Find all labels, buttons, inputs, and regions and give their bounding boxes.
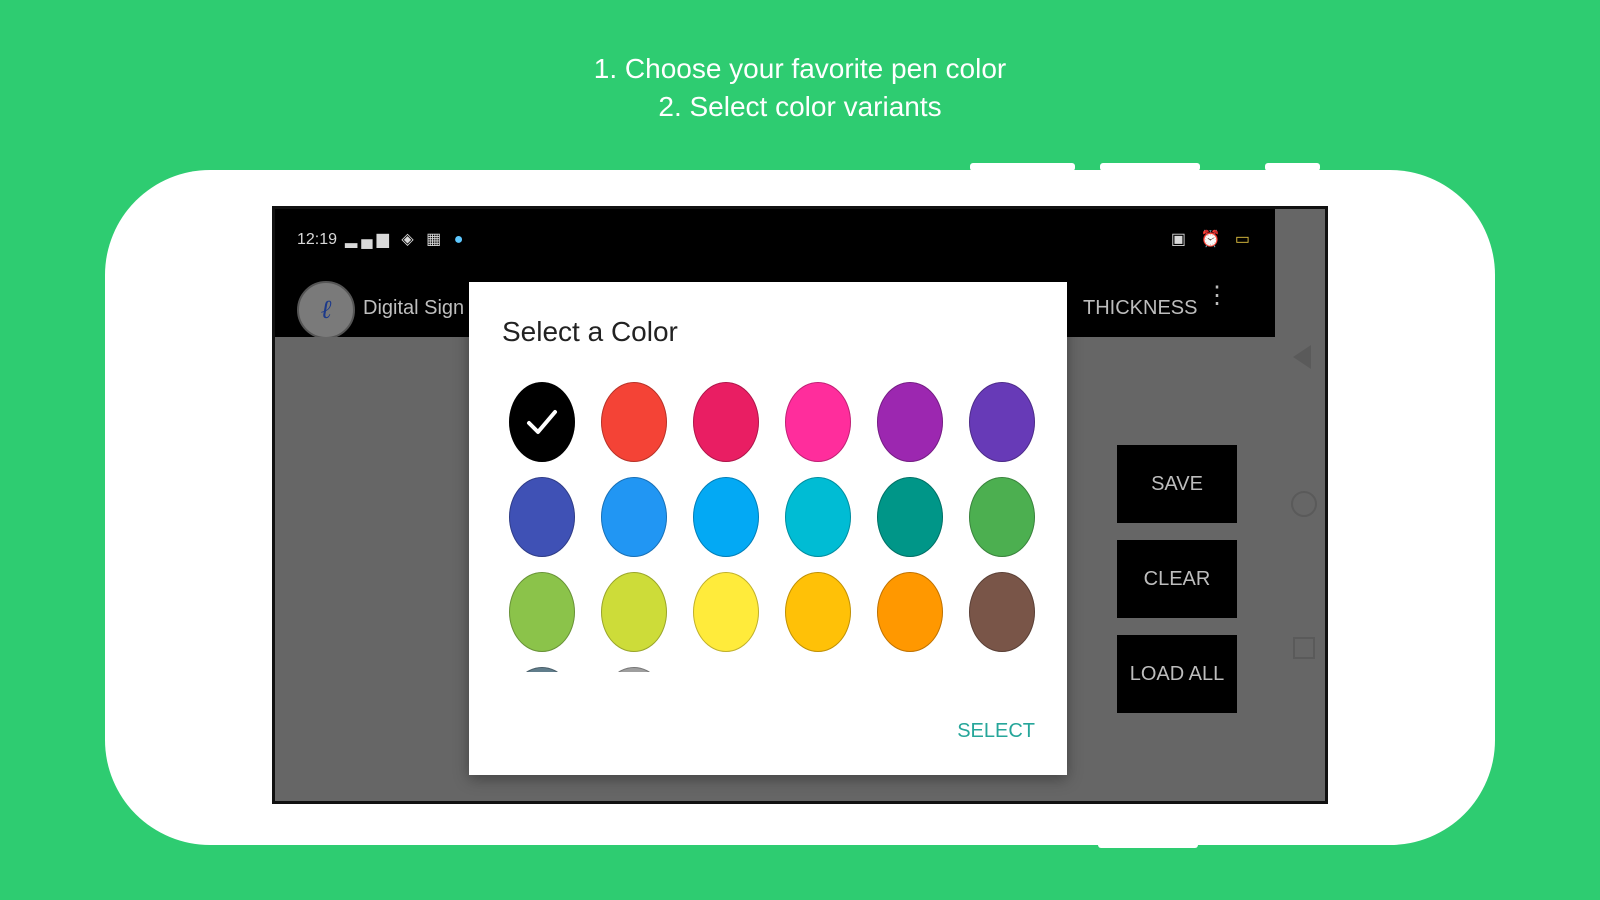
phone-power-button: [1265, 163, 1320, 171]
status-icons-left: ▂▄▆ ◈ ▦ ●: [345, 229, 467, 249]
navigation-bar: [1275, 209, 1325, 801]
status-time: 12:19: [297, 231, 338, 248]
select-button[interactable]: SELECT: [957, 720, 1035, 743]
signature-logo-icon[interactable]: ℓ: [297, 281, 355, 339]
more-vert-icon[interactable]: ⋮: [1205, 284, 1229, 308]
thickness-button[interactable]: THICKNESS: [1083, 297, 1197, 320]
color-swatch[interactable]: [785, 477, 851, 557]
color-swatch[interactable]: [693, 572, 759, 652]
color-swatch[interactable]: [509, 382, 575, 462]
alarm-icon: ⏰: [1200, 231, 1226, 248]
signal-icon: ▂▄▆: [345, 231, 393, 248]
color-swatch[interactable]: [693, 382, 759, 462]
wifi-icon: ◈: [401, 231, 418, 248]
recents-icon[interactable]: [1293, 637, 1315, 659]
color-swatch[interactable]: [969, 477, 1035, 557]
color-swatch[interactable]: [601, 382, 667, 462]
phone-volume-button: [970, 163, 1075, 171]
clear-button[interactable]: CLEAR: [1117, 540, 1237, 618]
save-button[interactable]: SAVE: [1117, 445, 1237, 523]
color-swatch[interactable]: [509, 667, 575, 672]
color-swatch[interactable]: [693, 477, 759, 557]
color-swatch[interactable]: [509, 572, 575, 652]
caption-line-2: 2. Select color variants: [658, 91, 942, 122]
dialog-title: Select a Color: [502, 316, 678, 347]
status-bar: 12:19 ▂▄▆ ◈ ▦ ● ▣ ⏰ ▭: [275, 209, 1275, 281]
check-icon: [509, 382, 575, 462]
phone-volume-button-2: [1100, 163, 1200, 171]
color-swatch[interactable]: [785, 572, 851, 652]
load-all-button[interactable]: LOAD ALL: [1117, 635, 1237, 713]
color-swatch[interactable]: [601, 477, 667, 557]
color-swatch[interactable]: [877, 382, 943, 462]
vibrate-icon: ▣: [1170, 231, 1192, 248]
app-title: Digital Sign P: [363, 297, 484, 319]
color-swatch[interactable]: [969, 382, 1035, 462]
home-icon[interactable]: [1291, 491, 1317, 517]
notification-icon: ●: [453, 231, 468, 248]
battery-icon: ▭: [1234, 231, 1255, 248]
color-swatch[interactable]: [877, 572, 943, 652]
color-swatch[interactable]: [785, 382, 851, 462]
phone-side-button: [1098, 840, 1198, 848]
data-icon: ▦: [426, 231, 446, 248]
color-swatch[interactable]: [877, 477, 943, 557]
status-icons-right: ▣ ⏰ ▭: [1171, 229, 1255, 249]
color-swatch[interactable]: [969, 572, 1035, 652]
color-swatch-grid: [509, 382, 1039, 672]
color-swatch[interactable]: [601, 572, 667, 652]
color-swatch[interactable]: [601, 667, 667, 672]
caption-line-1: 1. Choose your favorite pen color: [593, 53, 1007, 84]
color-swatch[interactable]: [509, 477, 575, 557]
caption: 1. Choose your favorite pen color 2. Sel…: [0, 50, 1600, 126]
color-picker-dialog: Select a Color SELECT: [469, 282, 1067, 775]
back-icon[interactable]: [1293, 345, 1311, 369]
